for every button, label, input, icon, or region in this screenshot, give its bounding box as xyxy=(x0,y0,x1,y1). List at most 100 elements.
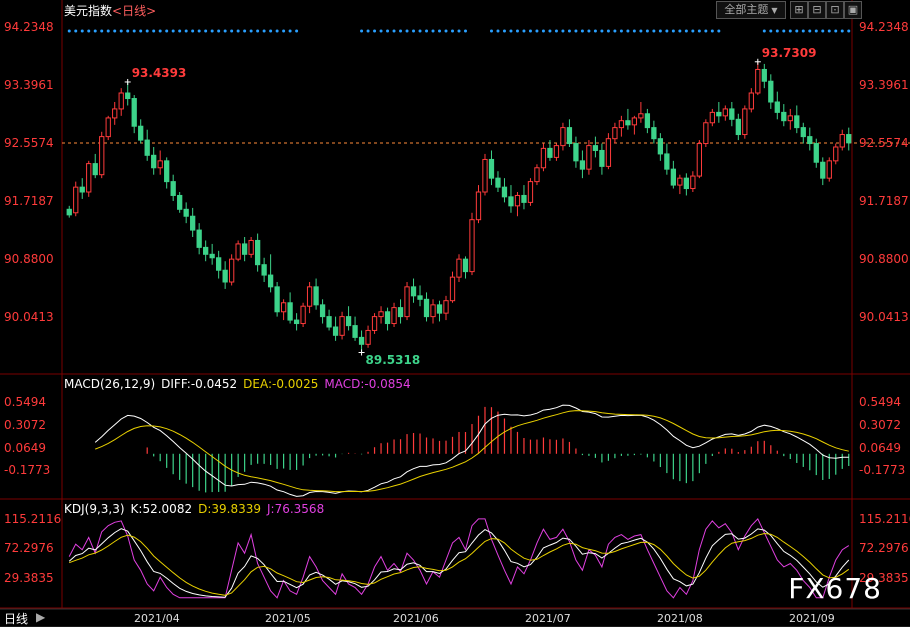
candle xyxy=(274,282,280,317)
zoom-out-button[interactable]: ⊟ xyxy=(808,1,826,19)
signal-dot xyxy=(113,29,117,33)
candle-body xyxy=(846,134,852,144)
candle-body xyxy=(125,92,131,100)
signal-dot xyxy=(606,29,610,33)
candle xyxy=(326,309,332,331)
dollar-index-chart xyxy=(0,0,910,627)
signal-dot xyxy=(652,29,656,33)
candle xyxy=(261,257,267,282)
candle xyxy=(177,192,183,213)
signal-dot xyxy=(425,29,429,33)
candle-body xyxy=(73,186,79,214)
theme-selector[interactable]: 全部主题 ▼ xyxy=(716,1,786,19)
signal-dot xyxy=(256,29,260,33)
maximize-button[interactable]: ▣ xyxy=(844,1,862,19)
candle xyxy=(203,240,209,262)
restore-button[interactable]: ⊡ xyxy=(826,1,844,19)
signal-dot xyxy=(639,29,643,33)
candle xyxy=(488,150,495,186)
period-tab-bar: 日线 ▶ xyxy=(0,609,910,627)
signal-dot xyxy=(399,29,403,33)
signal-dot xyxy=(645,29,649,33)
candle-body xyxy=(605,138,612,167)
macd-tick-left: 0.5494 xyxy=(4,395,46,410)
signal-dot xyxy=(821,29,825,33)
candle-body xyxy=(761,68,767,82)
zoom-in-button[interactable]: ⊞ xyxy=(790,1,808,19)
signal-dot xyxy=(808,29,812,33)
candle xyxy=(306,282,313,314)
candle xyxy=(618,115,625,137)
candle-body xyxy=(813,143,819,163)
kdj-tick-right: 115.2116 xyxy=(859,511,910,526)
candle-body xyxy=(157,160,163,169)
kdj-d-line xyxy=(69,532,850,596)
signal-dot xyxy=(710,29,714,33)
period-tab-daily[interactable]: 日线 xyxy=(4,610,28,627)
signal-dot xyxy=(269,29,273,33)
candle xyxy=(839,129,845,151)
candle xyxy=(138,119,144,144)
macd-diff-readout: DIFF:-0.0452 xyxy=(161,377,238,391)
candle xyxy=(423,292,430,322)
candle-body xyxy=(742,108,748,136)
price-tick-right: 93.3961 xyxy=(859,77,909,92)
signal-dot xyxy=(74,29,78,33)
grid-layer xyxy=(0,0,910,627)
candle-body xyxy=(560,127,566,147)
period-label[interactable]: <日线> xyxy=(112,4,156,18)
candle xyxy=(190,207,196,237)
candle xyxy=(73,181,79,217)
candle xyxy=(755,61,761,96)
candle-body xyxy=(592,145,599,151)
candle-body xyxy=(79,186,85,193)
candle xyxy=(781,104,787,127)
candle xyxy=(99,131,105,179)
candle xyxy=(703,119,709,147)
signal-dot xyxy=(574,29,578,33)
signal-dot xyxy=(489,29,493,33)
signal-dot xyxy=(496,29,500,33)
candle-body xyxy=(365,329,371,345)
price-tick-right: 94.2348 xyxy=(859,19,909,34)
candle-body xyxy=(826,160,832,179)
macd-series xyxy=(94,404,850,497)
signal-dot xyxy=(197,29,201,33)
signal-dot xyxy=(535,29,539,33)
signal-dot xyxy=(67,29,71,33)
candle xyxy=(657,133,664,161)
kdj-title: KDJ(9,3,3) xyxy=(64,502,125,516)
kdj-j-readout: J:76.3568 xyxy=(267,502,325,516)
kdj-header: KDJ(9,3,3) K:52.0082 D:39.8339 J:76.3568 xyxy=(64,502,330,516)
candle-body xyxy=(86,163,92,193)
price-tick-left: 92.5574 xyxy=(4,136,54,151)
candle-body xyxy=(112,108,118,119)
signal-dot xyxy=(548,29,552,33)
candle-body xyxy=(599,149,605,167)
signal-dot xyxy=(567,29,571,33)
candle-body xyxy=(345,316,352,327)
price-tick-right: 90.8800 xyxy=(859,252,909,267)
candle xyxy=(352,316,358,341)
signal-dot xyxy=(762,29,766,33)
next-period-icon[interactable]: ▶ xyxy=(36,610,45,624)
price-tick-right: 91.7187 xyxy=(859,194,909,209)
macd-tick-left: -0.1773 xyxy=(4,463,51,478)
signal-dot xyxy=(541,29,545,33)
candle-body xyxy=(235,243,241,260)
macd-dea-readout: DEA:-0.0025 xyxy=(243,377,319,391)
candle-body xyxy=(482,158,488,193)
signal-dot xyxy=(230,29,234,33)
kdj-tick-left: 29.3835 xyxy=(4,570,54,585)
candle-body xyxy=(709,111,715,124)
price-tick-left: 91.7187 xyxy=(4,194,54,209)
signal-dot xyxy=(658,29,662,33)
candle xyxy=(495,171,501,192)
signal-dot xyxy=(165,29,169,33)
candle xyxy=(573,136,579,168)
candle xyxy=(293,313,300,331)
candle xyxy=(534,164,540,186)
candle xyxy=(579,150,586,179)
signal-dot xyxy=(126,29,130,33)
signal-dot xyxy=(438,29,442,33)
